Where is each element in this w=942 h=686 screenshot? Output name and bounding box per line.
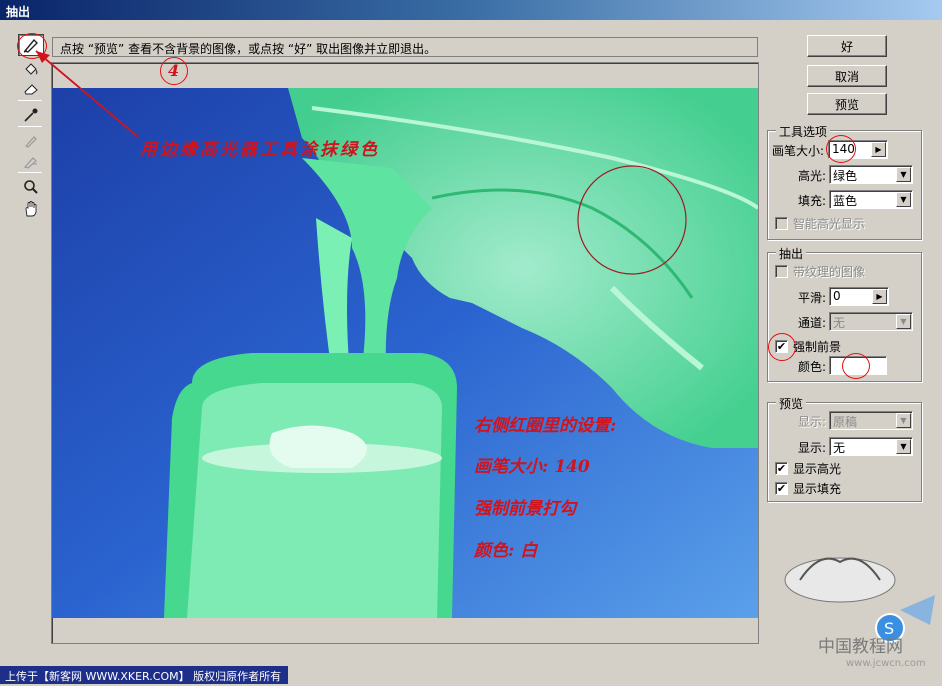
annotation-arrow — [35, 50, 139, 138]
brush-size-circle — [826, 135, 856, 163]
chevron-down-icon[interactable]: ▼ — [896, 439, 911, 454]
show-highlight-checkbox[interactable]: ✔ — [775, 462, 788, 475]
show-source-label: 显示: — [798, 415, 827, 429]
brush-note: 画笔大小: 140 — [474, 457, 590, 477]
window-title: 抽出 — [0, 0, 942, 20]
highlighter-note: 用边缘高光器工具涂抹绿色 — [140, 140, 380, 160]
edge-touchup-icon — [18, 150, 44, 172]
highlight-label: 高光: — [798, 169, 827, 183]
brush-size-slider-arrow[interactable]: ▶ — [871, 142, 886, 157]
show-mode-label: 显示: — [798, 441, 827, 455]
smart-highlight-checkbox — [775, 217, 788, 230]
force-foreground-circle — [768, 333, 796, 361]
ok-button[interactable]: 好 — [807, 35, 887, 57]
force-note: 强制前景打勾 — [474, 499, 576, 519]
channel-select: 无 ▼ — [829, 312, 913, 331]
preview-button[interactable]: 预览 — [807, 93, 887, 115]
highlight-select[interactable]: 绿色 ▼ — [829, 165, 913, 184]
force-foreground-label: 强制前景 — [793, 340, 842, 354]
channel-label: 通道: — [798, 316, 827, 330]
show-fill-label: 显示填充 — [793, 482, 842, 496]
smooth-label: 平滑: — [798, 291, 827, 305]
settings-title: 右侧红圈里的设置: — [474, 416, 617, 436]
smooth-field[interactable]: 0 ▶ — [829, 287, 889, 306]
watermark-logo: S 中国教程网 www.jcwcn.com — [780, 540, 940, 680]
chevron-down-icon: ▼ — [896, 314, 911, 329]
brush-size-label: 画笔大小: — [772, 144, 825, 158]
watermark-brand: 中国教程网 — [818, 637, 903, 657]
watermark-site: www.jcwcn.com — [846, 658, 926, 669]
color-note: 颜色: 白 — [474, 541, 538, 561]
zoom-icon[interactable] — [18, 176, 44, 198]
preview-image — [52, 88, 758, 618]
show-highlight-label: 显示高光 — [793, 462, 842, 476]
smooth-slider-arrow[interactable]: ▶ — [872, 289, 887, 304]
chevron-down-icon[interactable]: ▼ — [896, 167, 911, 182]
smart-highlight-label: 智能高光显示 — [793, 217, 866, 231]
tool-options-title: 工具选项 — [776, 123, 831, 140]
textured-image-label: 带纹理的图像 — [793, 265, 866, 279]
chevron-down-icon[interactable]: ▼ — [896, 192, 911, 207]
cancel-button[interactable]: 取消 — [807, 65, 887, 87]
upload-footer: 上传于【新客网 WWW.XKER.COM】 版权归原作者所有 — [0, 666, 288, 684]
color-label: 颜色: — [798, 360, 827, 374]
preview-options-title: 预览 — [776, 395, 807, 412]
step-number: 4 — [168, 61, 180, 80]
show-source-select: 原稿 ▼ — [829, 411, 913, 430]
fill-select[interactable]: 蓝色 ▼ — [829, 190, 913, 209]
hand-icon[interactable] — [18, 198, 44, 220]
show-fill-checkbox[interactable]: ✔ — [775, 482, 788, 495]
toolbox-divider — [18, 172, 42, 173]
extraction-title: 抽出 — [776, 245, 807, 262]
chevron-down-icon: ▼ — [896, 413, 911, 428]
textured-image-checkbox — [775, 265, 788, 278]
fill-label: 填充: — [798, 194, 827, 208]
show-mode-select[interactable]: 无 ▼ — [829, 437, 913, 456]
color-swatch-circle — [842, 353, 870, 379]
